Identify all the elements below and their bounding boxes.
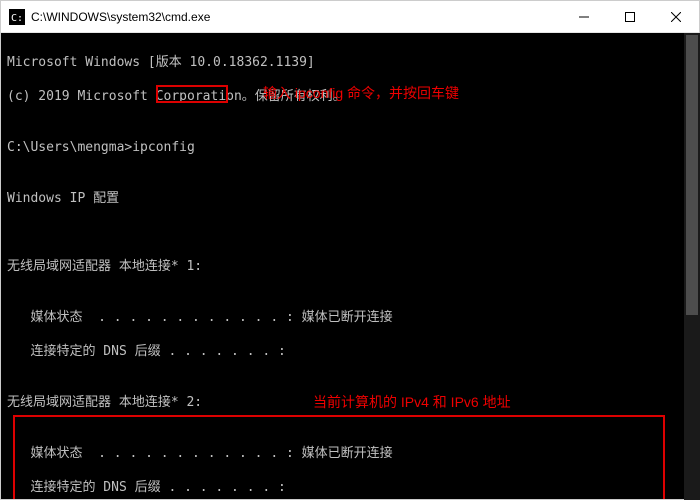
svg-text:C:: C: — [11, 13, 23, 24]
vertical-scrollbar[interactable] — [684, 33, 700, 500]
ipconfig-title: Windows IP 配置 — [7, 190, 693, 207]
close-button[interactable] — [653, 1, 699, 32]
cmd-icon: C: — [9, 9, 25, 25]
window-title: C:\WINDOWS\system32\cmd.exe — [31, 10, 561, 24]
minimize-button[interactable] — [561, 1, 607, 32]
scrollbar-thumb[interactable] — [686, 35, 698, 315]
adapter2-media: 媒体状态 . . . . . . . . . . . . : 媒体已断开连接 — [7, 445, 693, 462]
prompt-ipconfig: C:\Users\mengma>ipconfig — [7, 139, 693, 156]
maximize-button[interactable] — [607, 1, 653, 32]
version-line: Microsoft Windows [版本 10.0.18362.1139] — [7, 54, 693, 71]
annotation-command-hint: 输入 ipconfig 命令，并按回车键 — [263, 85, 459, 102]
window-controls — [561, 1, 699, 32]
adapter2-dns: 连接特定的 DNS 后缀 . . . . . . . : — [7, 479, 693, 496]
terminal-output[interactable]: Microsoft Windows [版本 10.0.18362.1139] (… — [1, 33, 699, 499]
titlebar: C: C:\WINDOWS\system32\cmd.exe — [1, 1, 699, 33]
annotation-ip-hint: 当前计算机的 IPv4 和 IPv6 地址 — [313, 394, 511, 411]
adapter1-dns: 连接特定的 DNS 后缀 . . . . . . . : — [7, 343, 693, 360]
adapter1-media: 媒体状态 . . . . . . . . . . . . : 媒体已断开连接 — [7, 309, 693, 326]
cmd-window: C: C:\WINDOWS\system32\cmd.exe Microsoft… — [0, 0, 700, 500]
adapter1-title: 无线局域网适配器 本地连接* 1: — [7, 258, 693, 275]
